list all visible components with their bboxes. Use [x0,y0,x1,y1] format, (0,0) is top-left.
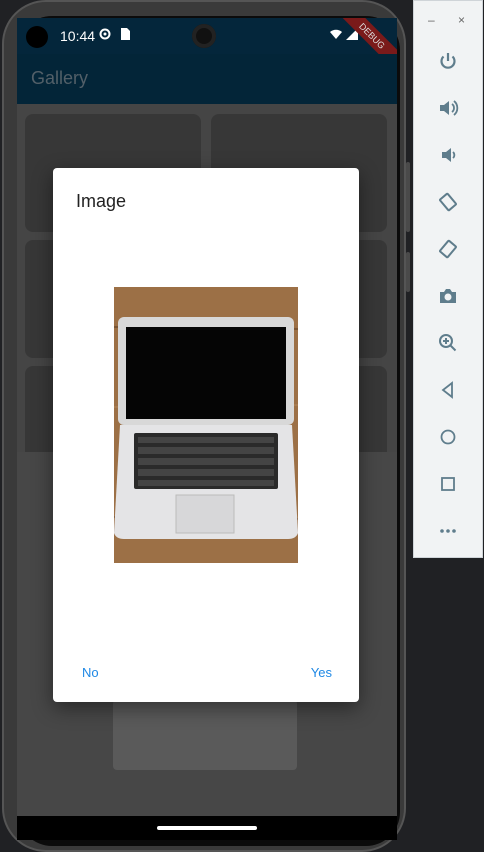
dialog-title: Image [76,191,127,211]
zoom-icon[interactable] [434,329,462,357]
emulator-window: 10:44 DEBUG Gallery Image No Yes – × [0,0,484,852]
emulator-toolbar: – × [413,0,483,558]
power-button[interactable] [406,252,410,292]
power-icon[interactable] [434,47,462,75]
no-button[interactable]: No [82,665,99,680]
image-dialog: Image No Yes [53,168,359,702]
laptop-photo [114,287,298,563]
yes-button[interactable]: Yes [311,665,332,680]
volume-button[interactable] [406,162,410,232]
camera-icon[interactable] [434,282,462,310]
wifi-icon [330,29,342,39]
nav-bar [17,816,397,840]
close-button[interactable]: × [458,13,465,27]
volume-up-icon[interactable] [434,94,462,122]
front-camera-dot [26,26,48,48]
rotate-right-icon[interactable] [434,235,462,263]
overview-icon[interactable] [434,470,462,498]
home-icon[interactable] [434,423,462,451]
camera-cutout [192,24,216,48]
status-bar: 10:44 DEBUG [17,18,397,67]
minimize-button[interactable]: – [428,13,435,27]
settings-icon [99,28,111,40]
more-icon[interactable] [434,517,462,545]
status-time: 10:44 [60,28,96,44]
rotate-left-icon[interactable] [434,188,462,216]
sim-card-icon [121,28,130,40]
volume-down-icon[interactable] [434,141,462,169]
back-icon[interactable] [434,376,462,404]
home-gesture-pill[interactable] [157,826,257,830]
